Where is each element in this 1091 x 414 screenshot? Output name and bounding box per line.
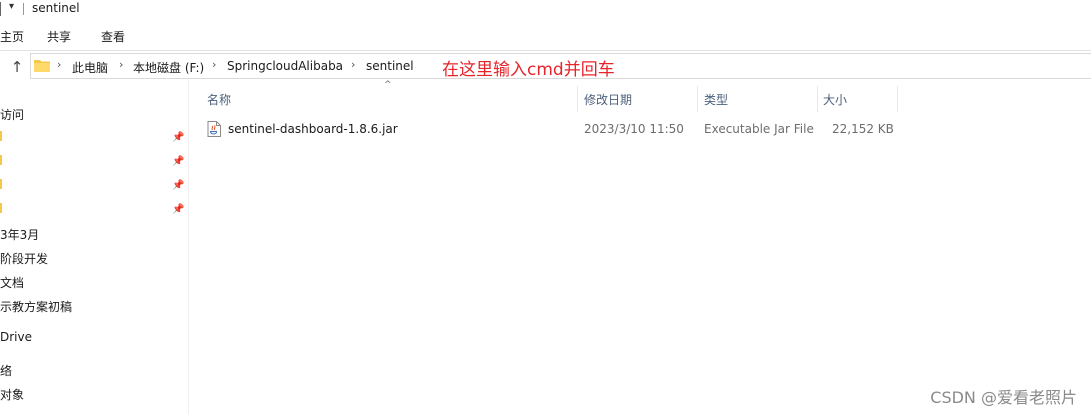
annotation-text: 在这里输入cmd并回车 bbox=[442, 60, 615, 80]
nav-item-pinned-1[interactable] bbox=[0, 130, 2, 144]
pin-icon: 📌 bbox=[172, 156, 185, 167]
nav-item-onedrive[interactable]: Drive bbox=[0, 330, 32, 344]
up-arrow-icon[interactable]: ↑ bbox=[9, 58, 25, 76]
breadcrumb-local-disk[interactable]: 本地磁盘 (F:) bbox=[133, 59, 204, 76]
nav-item-pinned-2[interactable] bbox=[0, 154, 2, 168]
tab-view[interactable]: 查看 bbox=[101, 28, 125, 45]
column-divider[interactable] bbox=[577, 86, 578, 112]
column-header-size[interactable]: 大小 bbox=[823, 92, 847, 112]
window-title: sentinel bbox=[32, 1, 80, 15]
breadcrumb-springcloudalibaba[interactable]: SpringcloudAlibaba bbox=[227, 59, 343, 73]
java-jar-icon bbox=[207, 121, 221, 137]
pin-icon: 📌 bbox=[172, 180, 185, 191]
column-divider[interactable] bbox=[817, 86, 818, 112]
nav-item-draft[interactable]: 示教方案初稿 bbox=[0, 298, 72, 315]
tab-share[interactable]: 共享 bbox=[47, 28, 71, 45]
column-header-date[interactable]: 修改日期 bbox=[584, 92, 632, 112]
column-divider[interactable] bbox=[897, 86, 898, 112]
file-size: 22,152 KB bbox=[832, 122, 894, 136]
nav-item-pinned-4[interactable] bbox=[0, 202, 2, 216]
nav-item-stage-dev[interactable]: 阶段开发 bbox=[0, 250, 48, 267]
nav-item-documents[interactable]: 文档 bbox=[0, 274, 24, 291]
nav-item-quick-access[interactable]: 访问 bbox=[0, 106, 24, 123]
breadcrumb-chevron-icon[interactable]: › bbox=[119, 58, 123, 71]
breadcrumb-chevron-icon[interactable]: › bbox=[212, 58, 216, 71]
folder-icon bbox=[34, 60, 50, 72]
breadcrumb-sentinel[interactable]: sentinel bbox=[366, 59, 414, 73]
file-date: 2023/3/10 11:50 bbox=[584, 122, 684, 136]
column-header-name[interactable]: 名称 bbox=[207, 92, 231, 112]
breadcrumb-this-pc[interactable]: 此电脑 bbox=[72, 59, 108, 76]
quick-access-dropdown-icon[interactable]: ▾ bbox=[9, 1, 14, 12]
nav-pane-divider bbox=[188, 80, 189, 414]
nav-item-3d-objects[interactable]: 对象 bbox=[0, 386, 24, 403]
file-type: Executable Jar File bbox=[704, 122, 814, 136]
breadcrumb-chevron-icon[interactable]: › bbox=[351, 58, 355, 71]
column-divider[interactable] bbox=[697, 86, 698, 112]
title-bar-edge bbox=[0, 2, 1, 16]
title-bar: ▾ sentinel bbox=[0, 0, 1091, 20]
nav-item-pinned-3[interactable] bbox=[0, 178, 2, 192]
pin-icon: 📌 bbox=[172, 204, 185, 215]
column-header-type[interactable]: 类型 bbox=[704, 92, 728, 112]
watermark-text: CSDN @爱看老照片 bbox=[930, 388, 1077, 407]
nav-item-march[interactable]: 3年3月 bbox=[0, 226, 39, 243]
tab-home[interactable]: 主页 bbox=[0, 28, 24, 45]
sort-ascending-icon: ^ bbox=[384, 80, 392, 90]
pin-icon: 📌 bbox=[172, 132, 185, 143]
breadcrumb-chevron-icon[interactable]: › bbox=[57, 58, 61, 71]
nav-item-network[interactable]: 络 bbox=[0, 362, 12, 379]
file-name[interactable]: sentinel-dashboard-1.8.6.jar bbox=[228, 122, 398, 136]
title-divider bbox=[23, 3, 24, 15]
ribbon-divider bbox=[0, 50, 1091, 51]
